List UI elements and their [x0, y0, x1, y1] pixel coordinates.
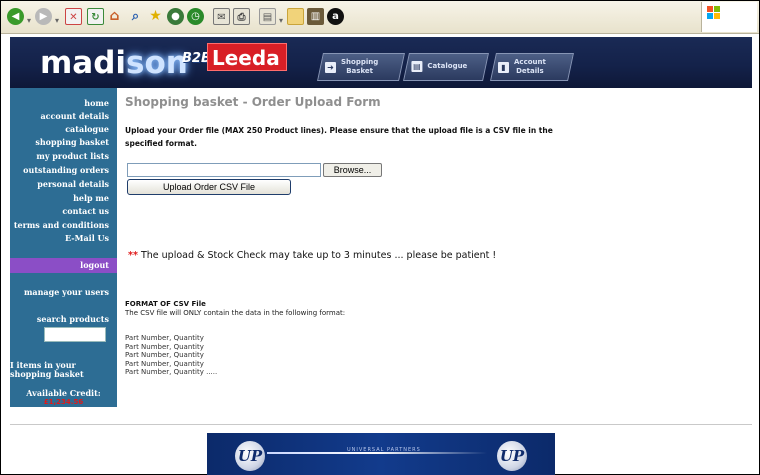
sidebar-item-contact-us[interactable]: contact us — [62, 206, 109, 216]
sidebar-item-outstanding-orders[interactable]: outstanding orders — [23, 165, 109, 175]
sidebar-item-personal-details[interactable]: personal details — [37, 179, 109, 189]
sidebar: home account details catalogue shopping … — [10, 88, 117, 407]
sidebar-item-manage-users[interactable]: manage your users — [24, 287, 109, 297]
format-line: Part Number, Quantity — [125, 334, 204, 342]
edit-dropdown-icon[interactable]: ▾ — [279, 16, 283, 25]
logo-text-glow: son — [126, 45, 188, 81]
search-icon[interactable]: ⌕ — [127, 8, 144, 25]
forward-dropdown-icon[interactable]: ▾ — [55, 16, 59, 25]
notice-text: The upload & Stock Check may take up to … — [140, 250, 497, 261]
messenger-icon[interactable]: a — [327, 8, 344, 25]
cart-icon: ➜ — [325, 61, 336, 73]
sidebar-item-terms[interactable]: terms and conditions — [14, 220, 109, 230]
folder-icon[interactable] — [287, 8, 304, 25]
print-icon[interactable]: ⎙ — [233, 8, 250, 25]
product-search-input[interactable] — [44, 327, 106, 342]
browser-toolbar: ◀ ▾ ▶ ▾ ✕ ↻ ⌂ ⌕ ★ ● ◷ ✉ ⎙ ▤ ▾ ▥ a — [1, 1, 759, 34]
edit-icon[interactable]: ▤ — [259, 8, 276, 25]
favorites-icon[interactable]: ★ — [147, 8, 164, 25]
logout-bar[interactable]: logout — [10, 258, 117, 273]
book-icon: ▤ — [411, 61, 423, 72]
nav-label-line1: Catalogue — [427, 62, 468, 70]
format-description: The CSV file will ONLY contain the data … — [125, 309, 346, 317]
format-line: Part Number, Quantity — [125, 351, 204, 359]
back-dropdown-icon[interactable]: ▾ — [27, 16, 31, 25]
footer-banner[interactable]: UNIVERSAL PARTNERS UP UP — [207, 433, 555, 475]
media-icon[interactable]: ● — [167, 8, 184, 25]
windows-flag-icon — [707, 6, 721, 20]
logo-text-main: madi — [40, 45, 127, 81]
available-credit-value: £1,234.56 — [43, 398, 84, 406]
user-icon: ▮ — [498, 61, 509, 73]
browse-button[interactable]: Browse... — [323, 163, 382, 177]
format-line: Part Number, Quantity ..... — [125, 368, 218, 376]
sidebar-item-catalogue[interactable]: catalogue — [65, 124, 109, 134]
nav-account-details[interactable]: ▮ Account Details — [490, 53, 574, 81]
upload-instructions: Upload your Order file (MAX 250 Product … — [125, 126, 553, 148]
basket-count-note: I items in your shopping basket — [10, 360, 84, 379]
mail-icon[interactable]: ✉ — [213, 8, 230, 25]
nav-catalogue[interactable]: ▤ Catalogue — [403, 53, 489, 81]
logo-leeda: Leeda — [207, 43, 287, 71]
nav-label-line1: Account — [514, 58, 546, 66]
research-icon[interactable]: ▥ — [307, 8, 324, 25]
back-icon[interactable]: ◀ — [7, 8, 24, 25]
nav-shopping-basket[interactable]: ➜ Shopping Basket — [317, 53, 405, 81]
file-path-input[interactable] — [127, 163, 321, 177]
site-header: madison B2B Leeda ➜ Shopping Basket ▤ Ca… — [10, 37, 752, 88]
windows-logo-box — [701, 2, 757, 32]
stop-icon[interactable]: ✕ — [65, 8, 82, 25]
up-logo-left: UP — [235, 441, 265, 471]
nav-label-line2: Details — [516, 67, 544, 75]
history-icon[interactable]: ◷ — [187, 8, 204, 25]
nav-label-line2: Basket — [346, 67, 374, 75]
page-title: Shopping basket - Order Upload Form — [125, 95, 381, 109]
nav-label: Shopping Basket — [341, 58, 378, 76]
sidebar-search-label: search products — [36, 314, 109, 324]
footer-divider — [10, 424, 752, 425]
nav-label-line1: Shopping — [341, 58, 379, 66]
home-icon[interactable]: ⌂ — [106, 8, 123, 25]
notice-stars: ** — [128, 250, 138, 261]
site-logo[interactable]: madison — [40, 45, 188, 81]
upload-csv-button[interactable]: Upload Order CSV File — [127, 179, 291, 195]
nav-label: Account Details — [514, 58, 546, 76]
up-logo-right: UP — [497, 441, 527, 471]
format-line: Part Number, Quantity — [125, 359, 204, 368]
banner-text: UNIVERSAL PARTNERS — [347, 447, 421, 453]
sidebar-item-help-me[interactable]: help me — [73, 193, 109, 203]
sidebar-item-email-us[interactable]: E-Mail Us — [65, 233, 109, 243]
logout-link[interactable]: logout — [80, 260, 109, 270]
sidebar-item-home[interactable]: home — [84, 98, 109, 108]
format-title: FORMAT OF CSV File — [125, 300, 206, 308]
sidebar-item-shopping-basket[interactable]: shopping basket — [35, 137, 109, 147]
available-credit-label: Available Credit: — [26, 388, 101, 398]
sidebar-item-my-product-lists[interactable]: my product lists — [36, 151, 109, 161]
sidebar-item-account-details[interactable]: account details — [40, 111, 109, 121]
upload-notice: ** The upload & Stock Check may take up … — [128, 250, 496, 261]
format-example: Part Number, Quantity Part Number, Quant… — [125, 334, 217, 377]
forward-icon[interactable]: ▶ — [35, 8, 52, 25]
refresh-icon[interactable]: ↻ — [87, 8, 104, 25]
format-line: Part Number, Quantity — [125, 342, 204, 351]
